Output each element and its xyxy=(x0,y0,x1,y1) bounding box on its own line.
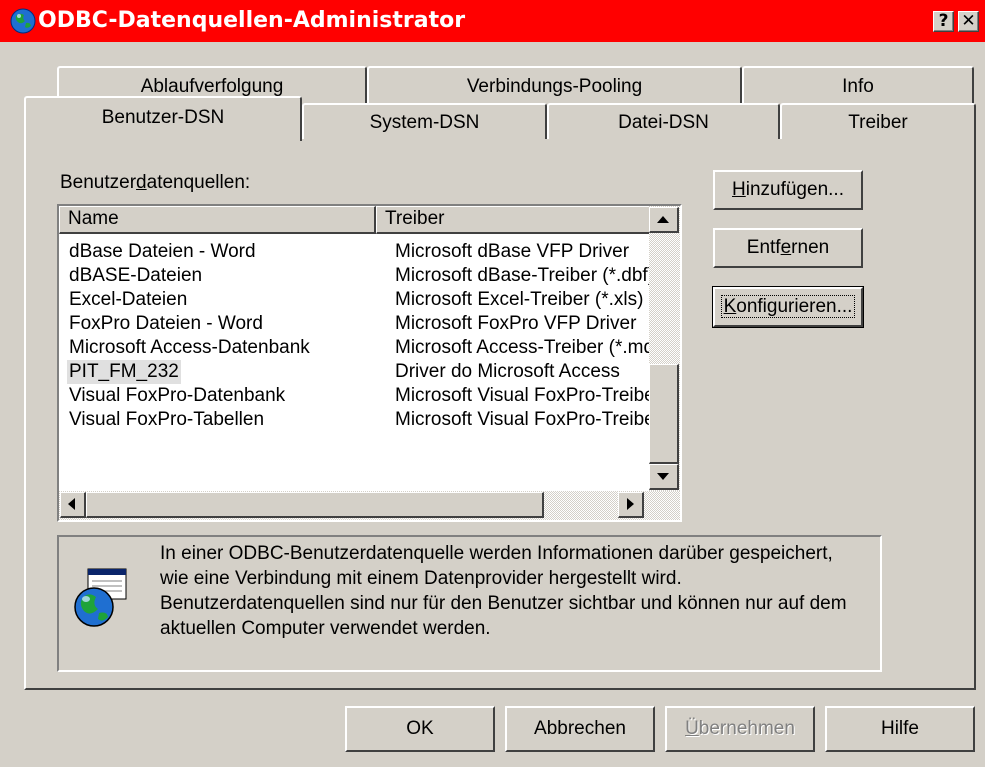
tab-label: Ablaufverfolgung xyxy=(140,76,284,97)
list-item-driver: Microsoft dBase VFP Driver xyxy=(395,241,630,262)
help-button[interactable]: Hilfe xyxy=(825,706,975,752)
list-item[interactable]: dBASE-Dateien Microsoft dBase-Treiber (*.… xyxy=(59,264,649,288)
ok-button[interactable]: OK xyxy=(345,706,495,752)
apply-button[interactable]: Übernehmen xyxy=(665,706,815,752)
list-item-name: PIT_FM_232 xyxy=(67,360,181,384)
column-header-name[interactable]: Name xyxy=(59,206,376,234)
tab-benutzer-dsn[interactable]: Benutzer-DSN xyxy=(24,96,302,141)
list-item-driver: Microsoft Visual FoxPro-Treiber xyxy=(395,409,649,430)
tab-label: Verbindungs-Pooling xyxy=(466,76,643,97)
add-button[interactable]: Hinzufügen... xyxy=(713,170,863,210)
window-title: ODBC-Datenquellen-Administrator xyxy=(38,8,466,33)
list-item-name: dBase Dateien - Word xyxy=(69,241,256,262)
configure-button[interactable]: Konfigurieren... xyxy=(712,286,864,328)
tab-treiber[interactable]: Treiber xyxy=(780,103,976,139)
scroll-up-button[interactable] xyxy=(649,207,679,233)
list-item-name: dBASE-Dateien xyxy=(69,265,203,286)
list-label: Benutzerdatenquellen: xyxy=(60,172,251,193)
list-item-driver: Microsoft FoxPro VFP Driver xyxy=(395,313,637,334)
list-item[interactable]: Visual FoxPro-Tabellen Microsoft Visual F… xyxy=(59,408,649,432)
list-item[interactable]: Excel-Dateien Microsoft Excel-Treiber (*.… xyxy=(59,288,649,312)
tab-system-dsn[interactable]: System-DSN xyxy=(302,103,547,139)
list-item[interactable]: FoxPro Dateien - Word Microsoft FoxPro VF… xyxy=(59,312,649,336)
remove-button[interactable]: Entfernen xyxy=(713,228,863,268)
horizontal-scroll-thumb[interactable] xyxy=(86,492,544,518)
scroll-right-button[interactable] xyxy=(618,492,644,518)
help-question-button[interactable]: ? xyxy=(933,11,954,32)
info-description: In einer ODBC-Benutzerdatenquelle werden… xyxy=(160,543,847,639)
list-item[interactable]: Microsoft Access-Datenbank Microsoft Acce… xyxy=(59,336,649,360)
tab-info[interactable]: Info xyxy=(742,66,974,106)
tab-label: Info xyxy=(842,76,874,97)
close-button[interactable]: ✕ xyxy=(958,11,979,32)
column-header-driver[interactable]: Treiber xyxy=(376,206,651,234)
tab-datei-dsn[interactable]: Datei-DSN xyxy=(547,103,780,139)
data-source-list[interactable]: Name Treiber dBase Dateien - Word Microso… xyxy=(57,204,682,522)
list-item-driver: Driver do Microsoft Access xyxy=(395,361,620,382)
scroll-left-button[interactable] xyxy=(60,492,86,518)
odbc-datasource-globe-icon xyxy=(72,567,130,629)
list-item[interactable]: PIT_FM_232 Driver do Microsoft Access xyxy=(59,360,649,384)
tab-label: System-DSN xyxy=(369,112,480,133)
list-item-name: FoxPro Dateien - Word xyxy=(69,313,263,334)
list-item-driver: Microsoft Excel-Treiber (*.xls) xyxy=(395,289,644,310)
list-item-driver: Microsoft Access-Treiber (*.mdb) xyxy=(395,337,649,358)
vertical-scroll-thumb[interactable] xyxy=(649,364,679,464)
odbc-globe-icon xyxy=(10,8,36,34)
list-item[interactable]: dBase Dateien - Word Microsoft dBase VFP … xyxy=(59,240,649,264)
tab-label: Benutzer-DSN xyxy=(101,107,225,128)
list-item[interactable]: Visual FoxPro-Datenbank Microsoft Visual … xyxy=(59,384,649,408)
list-item-name: Visual FoxPro-Tabellen xyxy=(69,409,265,430)
cancel-button[interactable]: Abbrechen xyxy=(505,706,655,752)
tab-verbindungs-pooling[interactable]: Verbindungs-Pooling xyxy=(367,66,742,106)
list-item-name: Excel-Dateien xyxy=(69,289,188,310)
list-item-driver: Microsoft dBase-Treiber (*.dbf) xyxy=(395,265,649,286)
list-item-driver: Microsoft Visual FoxPro-Treiber xyxy=(395,385,649,406)
list-item-name: Microsoft Access-Datenbank xyxy=(69,337,310,358)
scroll-down-button[interactable] xyxy=(649,464,679,490)
tab-label: Treiber xyxy=(848,112,908,133)
list-item-name: Visual FoxPro-Datenbank xyxy=(69,385,286,406)
tab-label: Datei-DSN xyxy=(618,112,709,133)
